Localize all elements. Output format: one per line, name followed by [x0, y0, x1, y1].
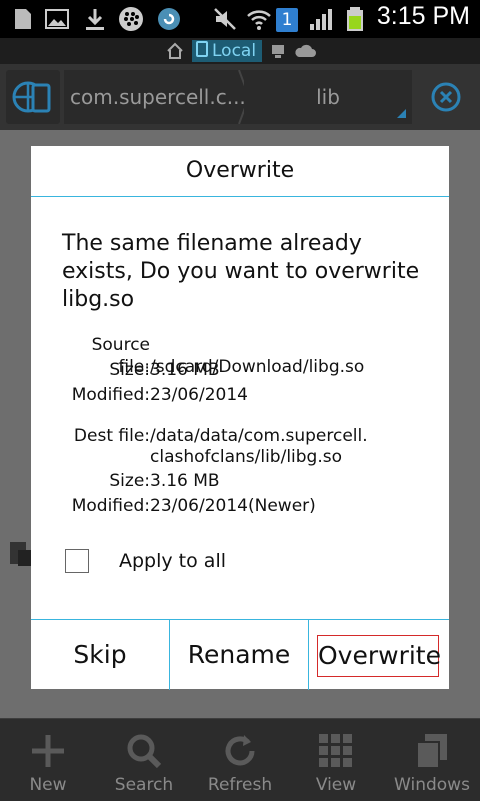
dest-modified-row: Modified:23/06/2014(Newer)	[62, 495, 316, 517]
windows-icon	[416, 734, 447, 769]
refresh-icon	[225, 735, 255, 766]
dialog-button-row: Skip Rename Overwrite	[31, 619, 449, 690]
path-segment-current[interactable]: lib	[244, 70, 412, 124]
phone-icon	[196, 41, 208, 57]
toolbar-windows-button[interactable]: Windows	[384, 719, 480, 801]
dest-modified-label: Modified:	[71, 496, 150, 516]
mute-icon	[214, 8, 236, 30]
dest-file-label: Dest file:	[73, 426, 150, 446]
close-icon[interactable]	[430, 81, 462, 113]
status-time: 3:15 PM	[376, 2, 470, 30]
source-size-label: Size:	[109, 360, 150, 380]
overwrite-dialog: Overwrite The same filename already exis…	[31, 146, 449, 690]
dest-file-row: Dest file:/data/data/com.supercell.	[62, 425, 368, 447]
rename-button[interactable]: Rename	[170, 620, 309, 690]
toolbar-search-label: Search	[114, 775, 174, 795]
toolbar-view-label: View	[315, 775, 357, 795]
search-icon	[127, 734, 162, 769]
source-modified-row: Modified:23/06/2014	[62, 384, 248, 406]
globe-device-icon	[12, 81, 51, 113]
dropdown-corner-icon	[397, 109, 406, 118]
battery-icon	[347, 7, 363, 31]
cloud-icon[interactable]	[294, 44, 316, 58]
toolbar-refresh-button[interactable]: Refresh	[192, 719, 288, 801]
source-size-value: 3.16 MB	[150, 360, 220, 380]
source-size-row: Size:3.16 MB	[62, 359, 220, 381]
location-bar: Local	[0, 38, 480, 64]
dest-file-value-line1: /data/data/com.supercell.	[150, 426, 368, 446]
notification-badge: 1	[276, 8, 298, 32]
source-modified-label: Modified:	[71, 385, 150, 405]
toolbar-search-button[interactable]: Search	[96, 719, 192, 801]
overwrite-button[interactable]: Overwrite	[317, 635, 441, 677]
toolbar-new-button[interactable]: New	[0, 719, 96, 801]
network-icon[interactable]	[270, 43, 286, 59]
signal-icon	[310, 9, 332, 30]
dest-size-label: Size:	[109, 471, 150, 491]
grid-icon	[319, 734, 352, 767]
location-local-tab[interactable]: Local	[192, 40, 263, 62]
image-icon	[45, 9, 69, 29]
home-icon[interactable]	[165, 41, 185, 61]
dest-size-value: 3.16 MB	[150, 471, 220, 491]
download-icon	[86, 9, 104, 30]
skip-button[interactable]: Skip	[31, 620, 170, 690]
bottom-toolbar: New Search Refresh View Windows	[0, 718, 480, 801]
wifi-icon	[247, 10, 271, 30]
source-modified-value: 23/06/2014	[150, 385, 248, 405]
sim-icon	[15, 9, 31, 29]
dialog-message: The same filename already exists, Do you…	[62, 231, 420, 312]
dialog-title: Overwrite	[31, 146, 449, 197]
toolbar-new-label: New	[29, 775, 67, 795]
blackberry-icon	[119, 7, 143, 31]
path-bar: com.supercell.c... lib	[0, 64, 480, 130]
toolbar-refresh-label: Refresh	[207, 775, 273, 795]
apply-to-all-checkbox[interactable]	[65, 549, 89, 573]
location-local-label: Local	[212, 41, 257, 61]
path-segment-parent[interactable]: com.supercell.c...	[64, 70, 246, 124]
status-bar: 1 3:15 PM	[0, 0, 480, 38]
apply-to-all-label[interactable]: Apply to all	[119, 550, 226, 572]
sync-icon	[158, 8, 180, 30]
path-segment-current-label: lib	[316, 85, 340, 109]
dest-file-value-line2: clashofclans/lib/libg.so	[150, 447, 343, 467]
dest-size-row: Size:3.16 MB	[62, 470, 220, 492]
toolbar-view-button[interactable]: View	[288, 719, 384, 801]
dest-modified-value: 23/06/2014(Newer)	[150, 496, 316, 516]
storage-device-button[interactable]	[6, 70, 60, 124]
plus-icon	[32, 735, 64, 767]
toolbar-windows-label: Windows	[394, 775, 470, 795]
